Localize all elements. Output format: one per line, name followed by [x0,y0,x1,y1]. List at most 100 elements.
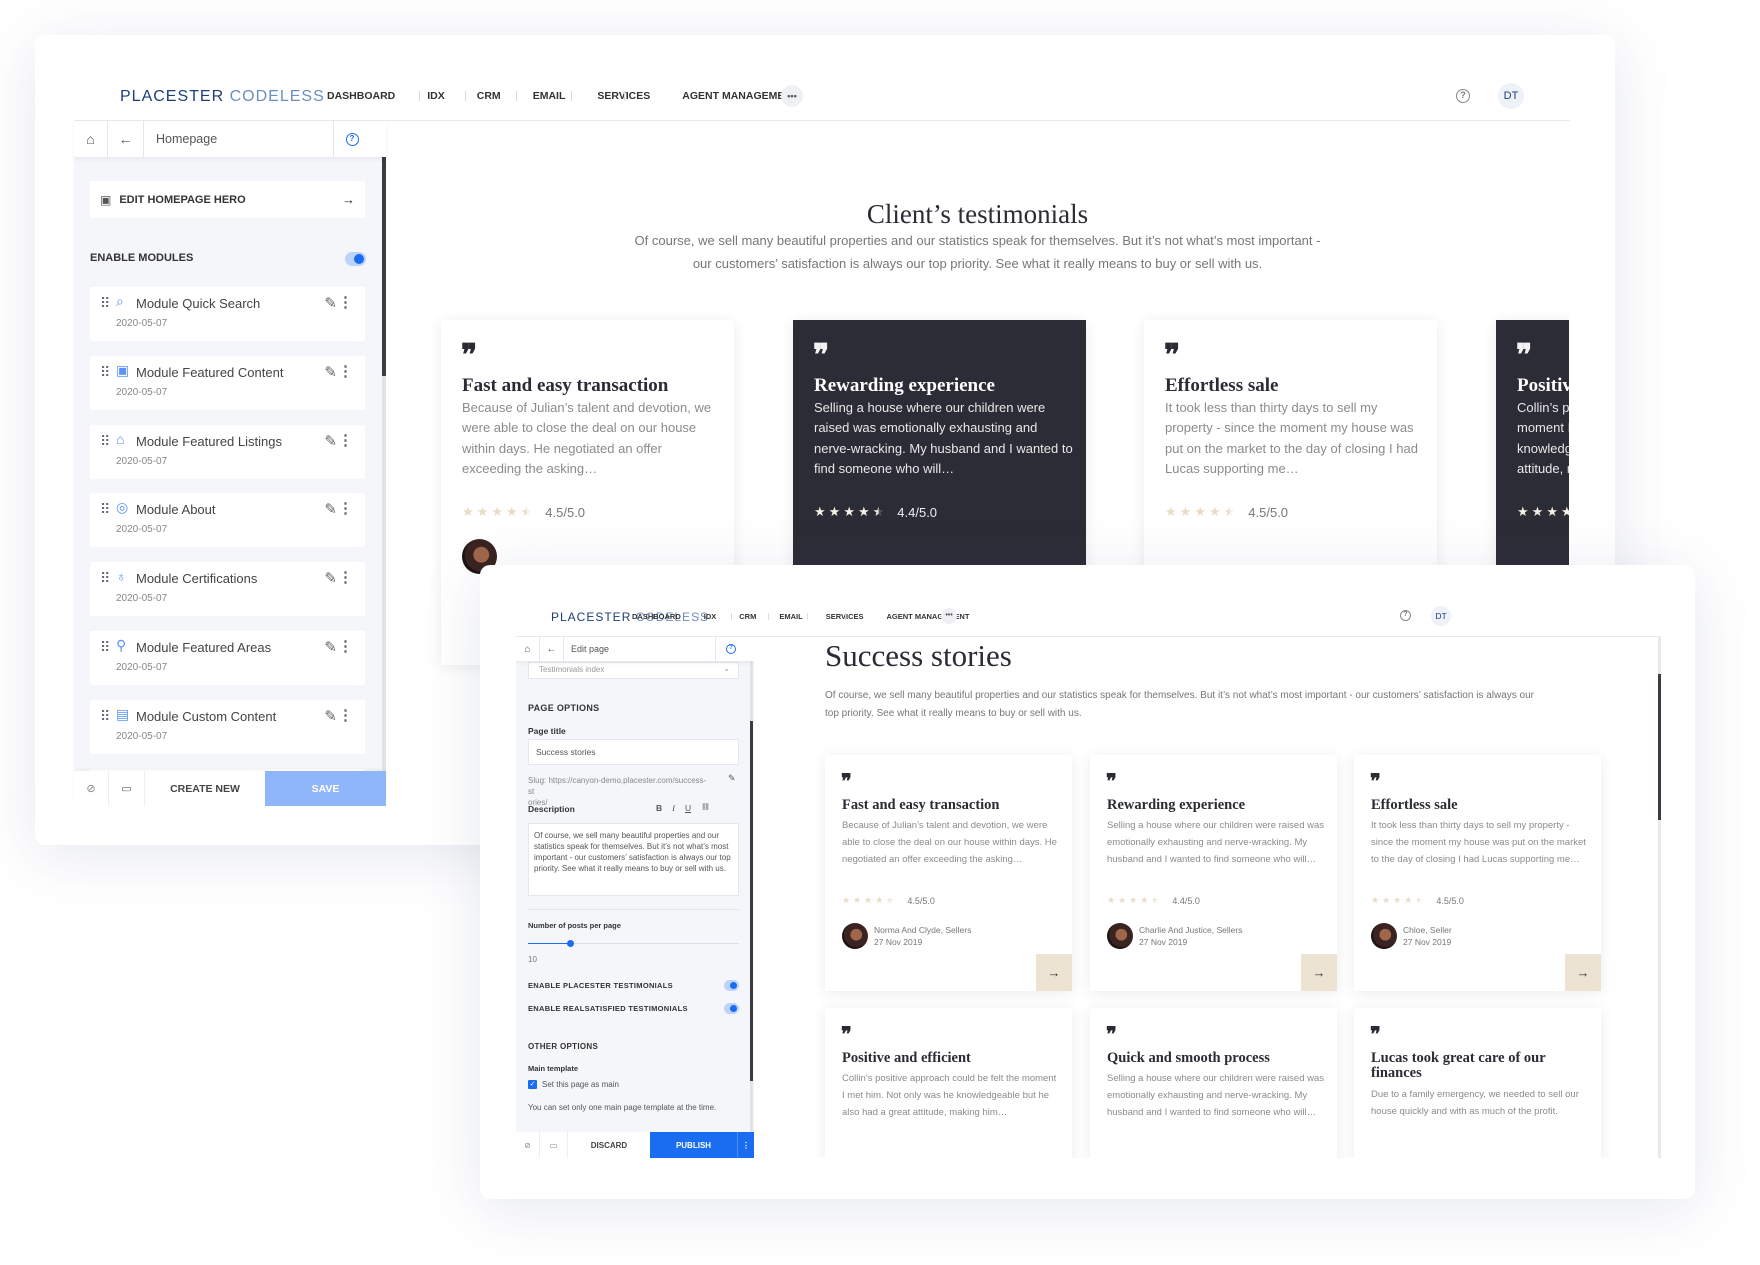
edit-slug-icon[interactable]: ✎ [728,773,736,784]
help-icon[interactable]: ? [1400,610,1411,621]
edit-pencil-icon[interactable]: ✎ [324,569,337,587]
kebab-menu-icon[interactable]: ⋮ [338,706,353,724]
module-date: 2020-05-07 [116,386,168,398]
logo-bold: PLACESTER [551,610,632,624]
scrollbar-thumb[interactable] [1658,674,1661,820]
star-icon: ★ [1118,895,1127,905]
main-nav: DASHBOARD IDX CRM EMAIL SERVICES AGENT MANAGE… [632,612,969,621]
desktop-preview-icon[interactable]: ▭ [540,1132,568,1158]
author-avatar [842,923,868,949]
testimonial-title: Positive and efficient [842,1050,971,1066]
edit-pencil-icon[interactable]: ✎ [324,707,337,725]
nav-item-idx[interactable]: IDX [697,612,716,621]
drag-handle-icon[interactable]: ⠿ [100,295,110,312]
module-item[interactable]: ⠿ ⌕ Module Quick Search 2020-05-07 ✎ ⋮ [90,287,365,341]
edit-pencil-icon[interactable]: ✎ [324,500,337,518]
back-arrow-icon[interactable]: ← [540,637,564,661]
description-textarea[interactable]: Of course, we sell many beautiful proper… [528,823,739,896]
drag-handle-icon[interactable]: ⠿ [100,501,110,518]
sidebar-topbar: ⌂ ← Edit page ? [516,637,754,661]
slider-handle[interactable] [567,940,575,947]
drag-handle-icon[interactable]: ⠿ [100,639,110,656]
home-icon[interactable]: ⌂ [516,637,540,661]
read-more-arrow-button[interactable]: → [1036,954,1072,991]
logo[interactable]: PLACESTER CODELESS [120,88,325,106]
italic-button[interactable]: I [672,803,675,813]
home-icon: ⌂ [116,430,125,447]
module-item[interactable]: ⠿ ⚲ Module Featured Areas 2020-05-07 ✎ ⋮ [90,631,365,685]
help-icon[interactable]: ? [1456,89,1470,103]
drag-handle-icon[interactable]: ⠿ [100,570,110,587]
edit-pencil-icon[interactable]: ✎ [324,432,337,450]
edit-pencil-icon[interactable]: ✎ [324,363,337,381]
posts-per-page-slider[interactable] [528,940,739,947]
help-icon[interactable]: ? [716,637,746,661]
kebab-menu-icon[interactable]: ⋮ [338,362,353,380]
module-item[interactable]: ⠿ ◎ Module About 2020-05-07 ✎ ⋮ [90,493,365,548]
section-title: Client’s testimonials [866,199,1089,229]
star-icon: ★ [505,504,518,519]
underline-button[interactable]: U [685,803,691,813]
enable-modules-toggle[interactable] [345,252,366,266]
help-icon[interactable]: ? [334,121,370,157]
placester-testimonials-toggle[interactable] [724,980,739,991]
realsatisfied-testimonials-toggle[interactable] [724,1003,739,1014]
quote-icon: ❞ [841,1022,852,1046]
nav-item-email[interactable]: EMAIL [767,612,803,621]
editor-sidebar: ⌂ ← Edit page ? Testimonials index ⌄ PAGE… [516,637,754,1158]
kebab-menu-icon[interactable]: ⋮ [338,431,353,449]
edit-pencil-icon[interactable]: ✎ [324,638,337,656]
nav-item-idx[interactable]: IDX [418,90,445,102]
nav-item-crm[interactable]: CRM [464,90,501,102]
hide-icon[interactable]: ⊘ [74,771,109,806]
desktop-preview-icon[interactable]: ▭ [109,771,145,806]
module-date: 2020-05-07 [116,593,168,605]
module-item[interactable]: ⠿ ▣ Module Featured Content 2020-05-07 ✎ ⋮ [90,355,365,410]
placester-testimonials-label: ENABLE PLACESTER TESTIMONIALS [528,981,673,990]
user-avatar[interactable]: DT [1431,606,1451,626]
hide-icon[interactable]: ⊘ [516,1132,540,1158]
main-template-checkbox[interactable]: ✓ [528,1080,537,1089]
page-preview: Success stories Of course, we sell many … [754,637,1661,1158]
edit-pencil-icon[interactable]: ✎ [324,294,337,312]
module-item[interactable]: ⠿ ♁ Module Certifications 2020-05-07 ✎ ⋮ [90,562,365,617]
nav-item-crm[interactable]: CRM [730,612,756,621]
link-icon[interactable]: ⛓ [701,803,710,813]
publish-options-button[interactable]: ⋮ [737,1132,754,1158]
drag-handle-icon[interactable]: ⠿ [100,433,110,450]
read-more-arrow-button[interactable]: → [1565,954,1601,991]
nav-item-dashboard[interactable]: DASHBOARD [327,90,395,102]
page-title-input[interactable] [528,739,739,765]
create-new-button[interactable]: CREATE NEW [145,771,265,806]
back-arrow-icon[interactable]: ← [108,121,144,157]
scrollbar-thumb[interactable] [750,721,753,1081]
module-item[interactable]: ⠿ ▤ Module Custom Content 2020-05-07 ✎ ⋮ [90,699,365,754]
slug-label: Slug: [528,776,547,785]
testimonial-body: It took less than thirty days to sell my… [1165,400,1418,476]
module-item[interactable]: ⠿ ⌂ Module Featured Listings 2020-05-07 ✎ ⋮ [90,424,365,479]
bold-button[interactable]: B [656,803,662,813]
save-button[interactable]: SAVE [265,771,386,806]
edit-homepage-hero-button[interactable]: ▣ EDIT HOMEPAGE HERO → [90,181,365,218]
kebab-menu-icon[interactable]: ⋮ [338,568,353,586]
drag-handle-icon[interactable]: ⠿ [100,364,110,381]
more-menu-button[interactable]: ••• [941,608,957,624]
nav-item-email[interactable]: EMAIL [516,90,565,102]
discard-button[interactable]: DISCARD [568,1132,650,1158]
home-icon[interactable]: ⌂ [74,121,108,157]
nav-item-dashboard[interactable]: DASHBOARD [632,612,681,621]
more-menu-button[interactable]: ••• [781,85,803,107]
sidebar-scrollbar[interactable] [750,661,753,1158]
kebab-menu-icon[interactable]: ⋮ [338,499,353,517]
template-select[interactable]: Testimonials index ⌄ [528,662,739,679]
kebab-menu-icon[interactable]: ⋮ [338,293,353,311]
kebab-menu-icon[interactable]: ⋮ [338,637,353,655]
preview-scrollbar[interactable] [1658,637,1661,1158]
publish-button[interactable]: PUBLISH [650,1132,737,1158]
testimonial-title: Lucas took great care of our finances [1371,1050,1546,1082]
enable-modules-label: ENABLE MODULES [90,252,194,264]
read-more-arrow-button[interactable]: → [1301,954,1337,991]
testimonial-body: Selling a house where our children were … [1107,1073,1325,1118]
user-avatar[interactable]: DT [1498,83,1524,109]
drag-handle-icon[interactable]: ⠿ [100,708,110,725]
